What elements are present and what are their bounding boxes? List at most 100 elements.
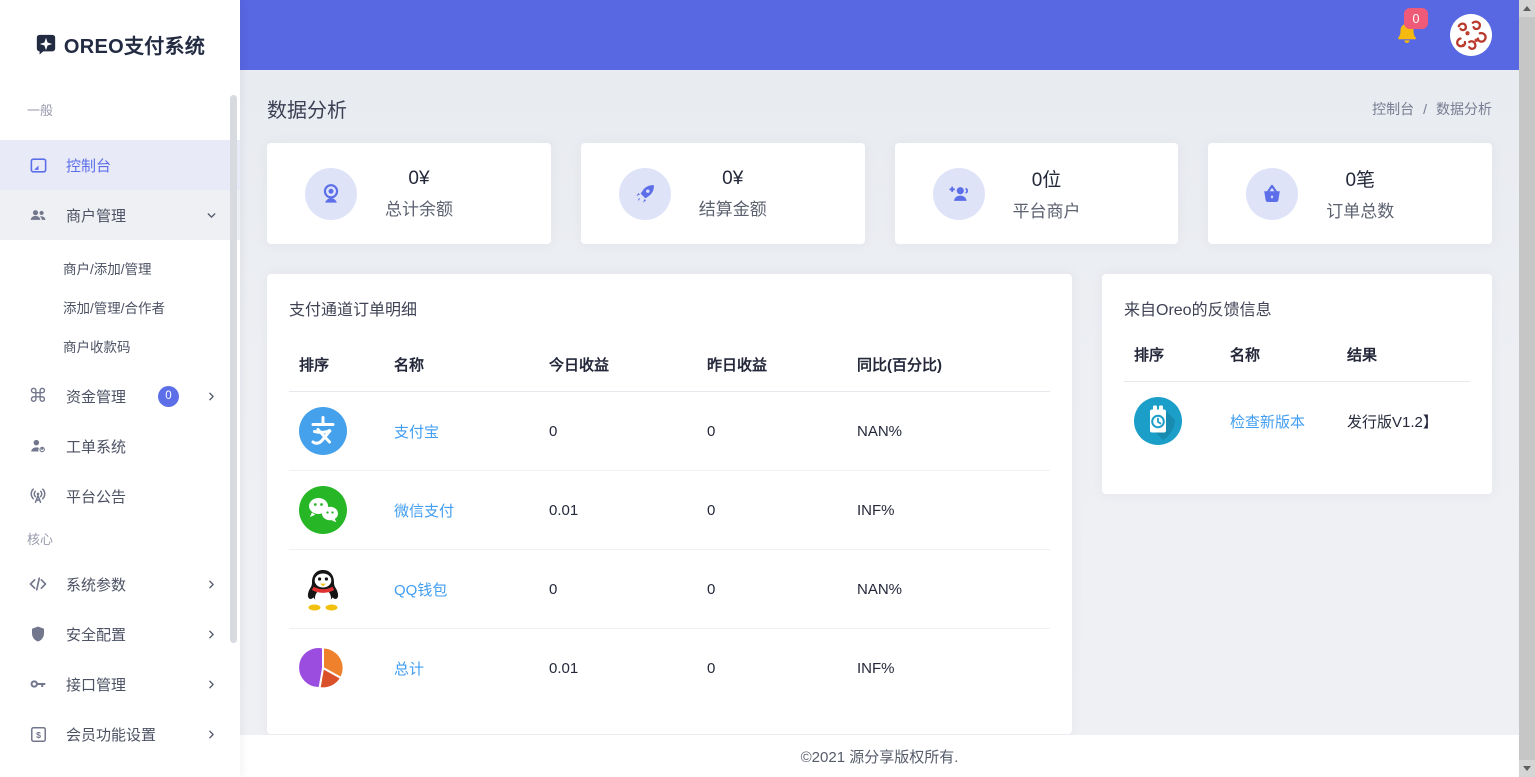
notification-badge: 0 — [1404, 8, 1428, 29]
stat-card-settlement: 0¥ 结算金额 — [581, 143, 865, 244]
stat-card-orders: 0笔 订单总数 — [1208, 143, 1492, 244]
today-value: 0 — [539, 392, 697, 471]
stat-card-merchants: 0位 平台商户 — [895, 143, 1179, 244]
ratio-value: NAN% — [847, 550, 1050, 629]
channel-link-total[interactable]: 总计 — [394, 661, 424, 678]
chevron-right-icon — [205, 628, 218, 641]
topbar: 0 — [240, 0, 1519, 70]
channel-link-wechat[interactable]: 微信支付 — [394, 503, 454, 520]
sidebar-item-security[interactable]: 安全配置 — [0, 609, 240, 659]
chevron-down-icon — [205, 209, 218, 222]
stat-value: 0¥ — [722, 168, 743, 190]
sidebar-item-dashboard[interactable]: 控制台 — [0, 140, 240, 190]
sidebar-item-label: 资金管理 — [66, 386, 141, 407]
chevron-right-icon — [205, 390, 218, 403]
add-users-icon — [933, 168, 985, 220]
channels-panel-title: 支付通道订单明细 — [289, 296, 1050, 320]
feedback-table: 排序 名称 结果 检查新版本 发行版V1.2】 — [1124, 344, 1470, 460]
avatar-image — [1450, 14, 1492, 56]
channels-panel: 支付通道订单明细 排序 名称 今日收益 昨日收益 同比(百分比) — [267, 274, 1072, 734]
sidebar-item-label: 工单系统 — [66, 436, 218, 457]
sidebar-item-system-params[interactable]: 系统参数 — [0, 559, 240, 609]
funds-badge: 0 — [158, 386, 179, 407]
avatar[interactable] — [1450, 14, 1492, 56]
sidebar-item-funds[interactable]: ⌘ 资金管理 0 — [0, 371, 240, 421]
app-window: OREO支付系统 一般 控制台 商户管理 商户/添加/管理 — [0, 0, 1535, 777]
broadcast-icon — [27, 486, 49, 506]
stat-card-total-balance: 0¥ 总计余额 — [267, 143, 551, 244]
today-value: 0.01 — [539, 471, 697, 550]
merchants-submenu: 商户/添加/管理 添加/管理/合作者 商户收款码 — [0, 240, 240, 371]
scroll-down-button[interactable] — [1519, 760, 1535, 777]
command-icon: ⌘ — [27, 385, 49, 408]
yesterday-value: 0 — [697, 392, 847, 471]
sidebar-item-member-settings[interactable]: $ 会员功能设置 — [0, 709, 240, 759]
breadcrumb: 控制台 / 数据分析 — [1372, 99, 1492, 119]
table-row: QQ钱包 0 0 NAN% — [289, 550, 1050, 629]
sidebar-subitem-partner-manage[interactable]: 添加/管理/合作者 — [0, 287, 240, 326]
scroll-up-button[interactable] — [1519, 0, 1535, 17]
column-header: 结果 — [1337, 344, 1470, 382]
feedback-panel-title: 来自Oreo的反馈信息 — [1124, 296, 1470, 320]
scroll-up-icon — [1523, 6, 1531, 11]
column-header: 同比(百分比) — [847, 354, 1050, 392]
sidebar-item-api[interactable]: 接口管理 — [0, 659, 240, 709]
page-head: 数据分析 控制台 / 数据分析 — [267, 94, 1492, 123]
notifications-button[interactable]: 0 — [1393, 20, 1423, 50]
sidebar-item-label: 安全配置 — [66, 624, 188, 645]
sidebar-item-label: 系统参数 — [66, 574, 188, 595]
feedback-link-check-version[interactable]: 检查新版本 — [1230, 414, 1305, 431]
brand-title: OREO支付系统 — [64, 30, 205, 59]
code-icon — [27, 574, 49, 594]
alipay-icon — [299, 407, 347, 455]
brand-logo-icon — [35, 33, 57, 55]
sidebar-scrollbar[interactable] — [230, 95, 237, 643]
svg-text:$: $ — [36, 729, 41, 739]
breadcrumb-current: 数据分析 — [1436, 99, 1492, 119]
sidebar-subitem-merchant-manage[interactable]: 商户/添加/管理 — [0, 248, 240, 287]
monitor-icon — [27, 156, 49, 175]
page-title: 数据分析 — [267, 94, 347, 123]
stat-label: 结算金额 — [699, 195, 767, 220]
column-header: 名称 — [1220, 344, 1337, 382]
column-header: 今日收益 — [539, 354, 697, 392]
column-header: 排序 — [1124, 344, 1220, 382]
page-scrollbar[interactable] — [1519, 0, 1535, 777]
chevron-right-icon — [205, 678, 218, 691]
stat-label: 订单总数 — [1326, 197, 1394, 222]
feedback-result: 发行版V1.2】 — [1337, 382, 1470, 461]
sidebar-subitem-merchant-qrcode[interactable]: 商户收款码 — [0, 326, 240, 365]
table-row: 支付宝 0 0 NAN% — [289, 392, 1050, 471]
chevron-right-icon — [205, 728, 218, 741]
version-icon — [1134, 397, 1182, 445]
stat-cards: 0¥ 总计余额 0¥ 结算金额 — [267, 143, 1492, 244]
channel-link-alipay[interactable]: 支付宝 — [394, 424, 439, 441]
channel-link-qq[interactable]: QQ钱包 — [394, 582, 447, 599]
breadcrumb-separator: / — [1423, 101, 1427, 117]
pie-chart-icon — [299, 644, 347, 692]
sidebar-item-label: 平台公告 — [66, 486, 218, 507]
column-header: 排序 — [289, 354, 384, 392]
copyright-text: ©2021 源分享版权所有. — [801, 746, 959, 767]
column-header: 昨日收益 — [697, 354, 847, 392]
feedback-panel: 来自Oreo的反馈信息 排序 名称 结果 — [1102, 274, 1492, 494]
scroll-down-icon — [1523, 766, 1531, 771]
today-value: 0 — [539, 550, 697, 629]
sidebar-item-merchants[interactable]: 商户管理 — [0, 190, 240, 240]
menu-section-general: 一般 — [0, 100, 240, 130]
sidebar-item-tickets[interactable]: 工单系统 — [0, 421, 240, 471]
brand[interactable]: OREO支付系统 — [0, 0, 240, 74]
rocket-icon — [619, 168, 671, 220]
column-header: 名称 — [384, 354, 539, 392]
qq-icon — [299, 565, 347, 613]
stat-value: 0¥ — [408, 168, 429, 190]
key-icon — [27, 674, 49, 694]
ratio-value: INF% — [847, 471, 1050, 550]
sidebar: OREO支付系统 一般 控制台 商户管理 商户/添加/管理 — [0, 0, 240, 777]
ratio-value: NAN% — [847, 392, 1050, 471]
yesterday-value: 0 — [697, 550, 847, 629]
sidebar-item-announcements[interactable]: 平台公告 — [0, 471, 240, 521]
sidebar-menu: 一般 控制台 商户管理 商户/添加/管理 添加/管理/合作者 商户收款 — [0, 74, 240, 759]
breadcrumb-dashboard[interactable]: 控制台 — [1372, 99, 1414, 119]
menu-section-core: 核心 — [0, 529, 240, 559]
